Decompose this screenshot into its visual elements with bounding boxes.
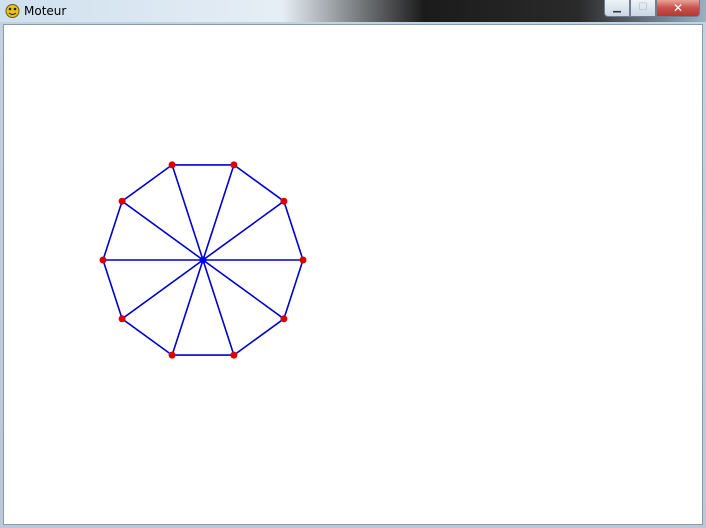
spoke-line bbox=[121, 200, 204, 261]
pygame-snake-icon bbox=[5, 4, 20, 18]
vertex-point bbox=[118, 315, 126, 323]
rim-edge bbox=[283, 200, 304, 261]
spoke-line bbox=[202, 259, 235, 356]
title-bar[interactable]: Moteur ▁ ☐ ✕ bbox=[0, 0, 706, 22]
spoke-line bbox=[171, 259, 204, 356]
rim-edge bbox=[102, 200, 123, 261]
hub-point bbox=[199, 256, 207, 264]
vertex-point bbox=[230, 161, 238, 169]
rim-edge bbox=[233, 318, 285, 356]
rim-edge bbox=[102, 259, 123, 320]
vertex-point bbox=[168, 161, 176, 169]
spoke-line bbox=[121, 259, 204, 320]
scene-canvas bbox=[99, 161, 307, 359]
rim-edge bbox=[121, 164, 173, 202]
vertex-point bbox=[230, 351, 238, 359]
rim-edge bbox=[283, 259, 304, 320]
vertex-point bbox=[280, 197, 288, 205]
spoke-line bbox=[202, 200, 285, 261]
minimize-button[interactable]: ▁ bbox=[604, 0, 630, 17]
minimize-icon: ▁ bbox=[613, 2, 621, 13]
maximize-icon: ☐ bbox=[638, 2, 648, 13]
vertex-point bbox=[280, 315, 288, 323]
drawing-area[interactable] bbox=[3, 24, 703, 525]
vertex-point bbox=[168, 351, 176, 359]
spoke-line bbox=[171, 164, 204, 261]
vertex-point bbox=[299, 256, 307, 264]
rim-edge bbox=[121, 318, 173, 356]
close-icon: ✕ bbox=[672, 1, 684, 15]
vertex-point bbox=[118, 197, 126, 205]
app-window: Moteur ▁ ☐ ✕ bbox=[0, 0, 706, 528]
spoke-line bbox=[202, 259, 285, 320]
rim-edge bbox=[233, 164, 285, 202]
maximize-button[interactable]: ☐ bbox=[630, 0, 656, 17]
spoke-line bbox=[202, 164, 235, 261]
vertex-point bbox=[99, 256, 107, 264]
caption-buttons: ▁ ☐ ✕ bbox=[604, 0, 700, 18]
close-button[interactable]: ✕ bbox=[656, 0, 700, 17]
window-title: Moteur bbox=[24, 4, 67, 18]
